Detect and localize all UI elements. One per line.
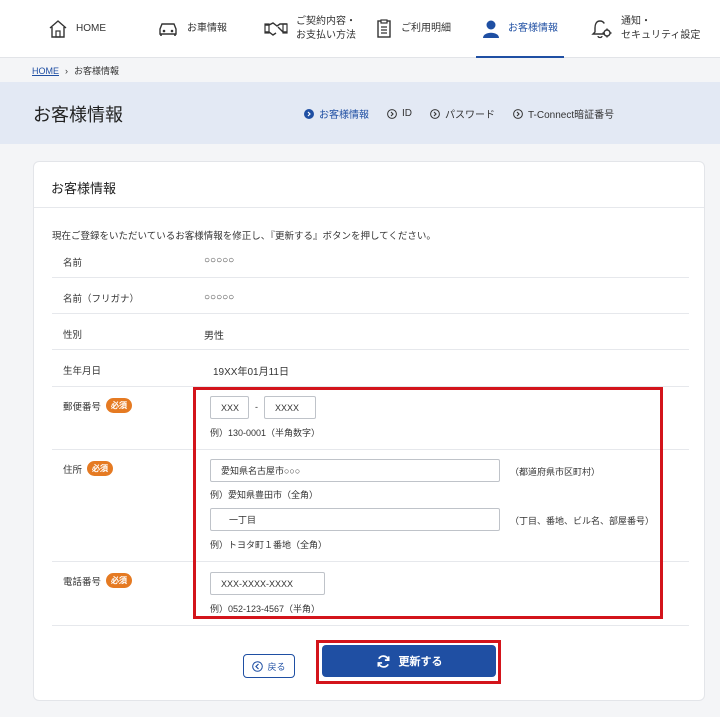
name-label: 名前 xyxy=(63,258,83,269)
nav-customer-label: お客様情報 xyxy=(508,23,558,34)
back-arrow-icon xyxy=(252,660,264,672)
kana-label: 名前（フリガナ） xyxy=(63,294,140,305)
card-header: お客様情報 xyxy=(34,162,704,208)
breadcrumb-home-link[interactable]: HOME xyxy=(32,66,59,76)
circle-chevron-icon xyxy=(304,108,314,119)
nav-usage-label: ご利用明細 xyxy=(401,23,451,34)
nav-home-label: HOME xyxy=(76,23,106,34)
back-button[interactable]: 戻る xyxy=(243,654,295,678)
car-icon xyxy=(159,23,177,36)
nav-notification[interactable]: 通知・ セキュリティ設定 xyxy=(591,0,700,58)
subnav-password[interactable]: パスワード xyxy=(430,106,495,121)
highlight-box-inputs xyxy=(193,387,663,619)
gender-value: 男性 xyxy=(204,331,224,342)
bell-gear-icon xyxy=(591,20,612,39)
nav-usage[interactable]: ご利用明細 xyxy=(375,0,451,58)
required-badge: 必須 xyxy=(87,461,114,476)
row-kana: 名前（フリガナ） ○○○○○ xyxy=(52,278,689,314)
required-badge: 必須 xyxy=(106,573,133,588)
row-birthdate: 生年月日 19XX年01月11日 xyxy=(52,350,689,387)
circle-chevron-icon xyxy=(430,108,440,119)
sub-nav: お客様情報 ID パスワード T-Connect暗証番号 xyxy=(304,106,614,121)
nav-car-label: お車情報 xyxy=(187,23,227,34)
intro-text: 現在ご登録をいただいているお客様情報を修正し、『更新する』ボタンを押してください… xyxy=(52,231,436,242)
row-name: 名前 ○○○○○ xyxy=(52,241,689,278)
phone-label: 電話番号 必須 xyxy=(63,573,133,588)
kana-value: ○○○○○ xyxy=(204,292,235,303)
nav-customer[interactable]: お客様情報 xyxy=(476,0,564,58)
breadcrumb: HOME › お客様情報 xyxy=(32,64,119,77)
card-title: お客様情報 xyxy=(51,181,117,196)
circle-chevron-icon xyxy=(513,108,523,119)
page-header: お客様情報 お客様情報 ID パスワード T-Connect暗証番号 xyxy=(0,82,720,144)
subnav-tconnect-pin[interactable]: T-Connect暗証番号 xyxy=(513,106,614,121)
home-icon xyxy=(49,20,67,38)
page-title: お客様情報 xyxy=(33,105,123,125)
top-nav: HOME お車情報 ご契約内容・ お支払い方法 ご利用明細 お客様情報 通知・ … xyxy=(0,0,720,58)
name-value: ○○○○○ xyxy=(204,255,235,266)
user-icon xyxy=(483,20,499,38)
subnav-id[interactable]: ID xyxy=(387,106,412,121)
subnav-customer[interactable]: お客様情報 xyxy=(304,106,369,121)
circle-chevron-icon xyxy=(387,108,397,119)
gender-label: 性別 xyxy=(63,330,83,341)
nav-contract-label: ご契約内容・ お支払い方法 xyxy=(296,16,356,41)
postal-label: 郵便番号 必須 xyxy=(63,398,133,413)
chevron-right-icon: › xyxy=(65,65,68,76)
document-icon xyxy=(377,19,391,38)
nav-car[interactable]: お車情報 xyxy=(157,0,227,58)
row-gender: 性別 男性 xyxy=(52,314,689,350)
nav-contract[interactable]: ご契約内容・ お支払い方法 xyxy=(264,0,356,58)
breadcrumb-current: お客様情報 xyxy=(74,66,120,76)
refresh-icon xyxy=(377,654,389,668)
required-badge: 必須 xyxy=(106,398,133,413)
update-button[interactable]: 更新する xyxy=(322,645,496,677)
nav-home[interactable]: HOME xyxy=(48,0,106,58)
birthdate-value: 19XX年01月11日 xyxy=(213,367,289,378)
handshake-icon xyxy=(264,22,288,36)
address-label: 住所 必須 xyxy=(63,461,114,476)
nav-notification-label: 通知・ セキュリティ設定 xyxy=(621,16,701,41)
birthdate-label: 生年月日 xyxy=(63,366,102,377)
